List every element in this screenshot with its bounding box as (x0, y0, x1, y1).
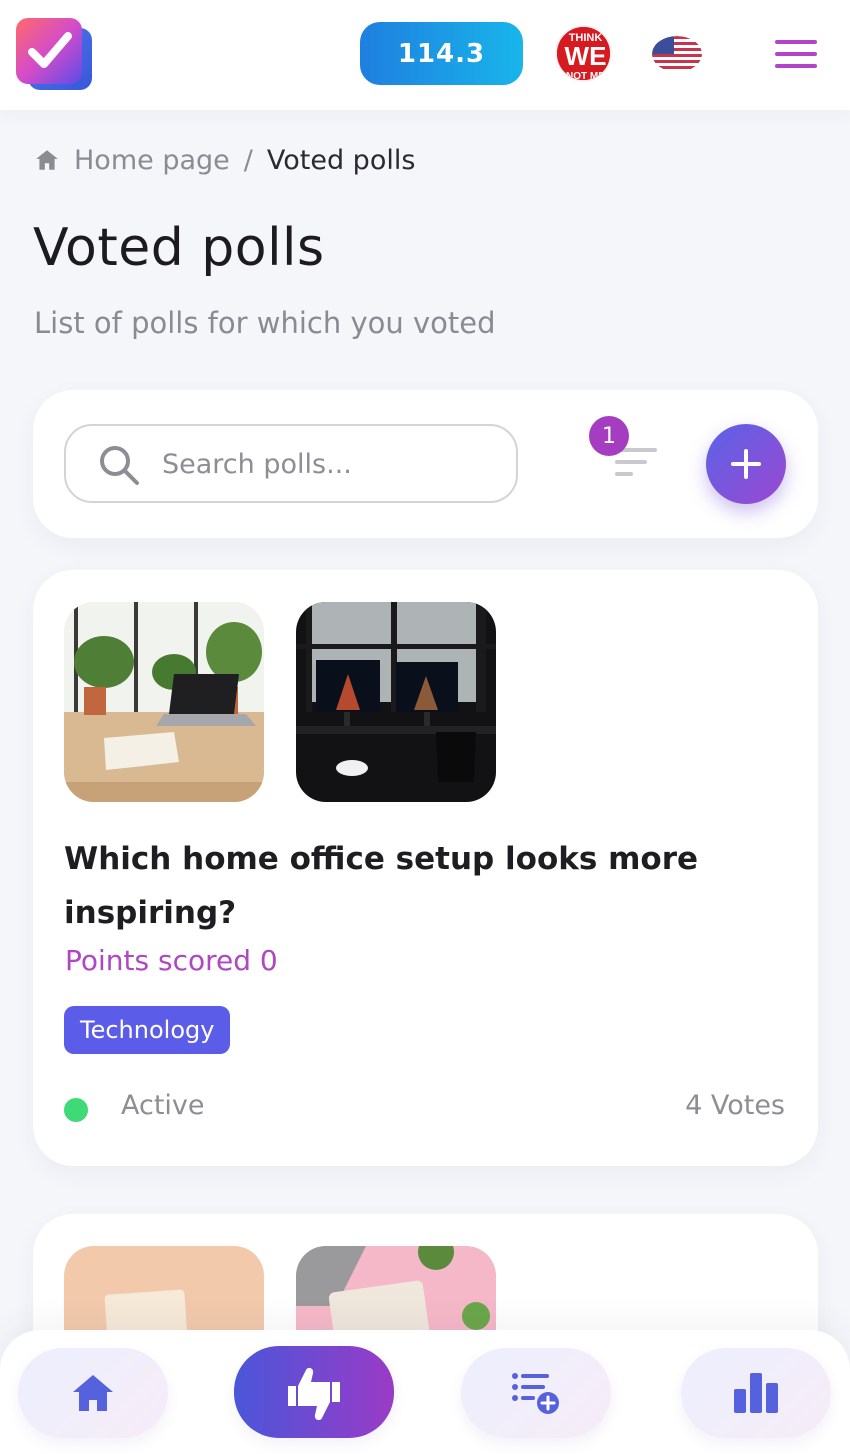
plus-icon (731, 449, 761, 479)
search-box[interactable] (64, 424, 518, 503)
bottom-navigation (0, 1330, 850, 1454)
nav-create-poll-button[interactable] (461, 1348, 611, 1438)
points-scored: Points scored 0 (65, 944, 278, 977)
poll-option-image[interactable] (64, 602, 264, 802)
hamburger-menu-icon[interactable] (775, 38, 817, 70)
nav-home-button[interactable] (18, 1348, 168, 1438)
filter-button[interactable]: 1 (589, 416, 669, 486)
status-text: Active (121, 1090, 205, 1121)
app-logo-icon[interactable] (16, 18, 94, 92)
home-icon (73, 1375, 113, 1411)
category-tag[interactable]: Technology (64, 1006, 231, 1054)
list-add-icon (512, 1373, 559, 1414)
filter-count-badge: 1 (589, 416, 629, 456)
top-header: 114.3 THINK WE NOT ME (0, 0, 850, 110)
page-title: Voted polls (33, 218, 325, 278)
page-subtitle: List of polls for which you voted (34, 306, 496, 340)
home-icon[interactable] (34, 147, 60, 173)
search-toolbar: 1 (33, 390, 818, 538)
nav-statistics-button[interactable] (681, 1348, 831, 1438)
nav-voted-polls-button[interactable] (234, 1346, 394, 1438)
poll-question: Which home office setup looks more inspi… (64, 841, 699, 931)
avatar-image: THINK WE NOT ME (557, 27, 610, 82)
breadcrumb-separator: / (243, 144, 253, 176)
bar-chart-icon (734, 1373, 778, 1413)
breadcrumb: Home page / Voted polls (34, 140, 415, 180)
breadcrumb-home-link[interactable]: Home page (74, 145, 230, 176)
score-value: 114.3 (397, 38, 486, 69)
poll-option-image[interactable] (296, 602, 496, 802)
add-poll-button[interactable] (706, 424, 786, 504)
search-input[interactable] (162, 440, 502, 488)
poll-card[interactable]: Which home office setup looks more inspi… (33, 570, 818, 1166)
breadcrumb-current: Voted polls (266, 144, 416, 176)
avatar[interactable]: THINK WE NOT ME (555, 25, 612, 82)
svg-text:NOT ME: NOT ME (566, 71, 605, 82)
status-indicator (64, 1098, 88, 1122)
search-icon (100, 446, 139, 485)
vote-count: 4 Votes (685, 1090, 785, 1121)
svg-text:WE: WE (565, 41, 607, 71)
score-badge[interactable]: 114.3 (360, 22, 523, 85)
thumbs-up-down-icon (288, 1367, 340, 1420)
us-flag-icon[interactable] (652, 36, 702, 72)
